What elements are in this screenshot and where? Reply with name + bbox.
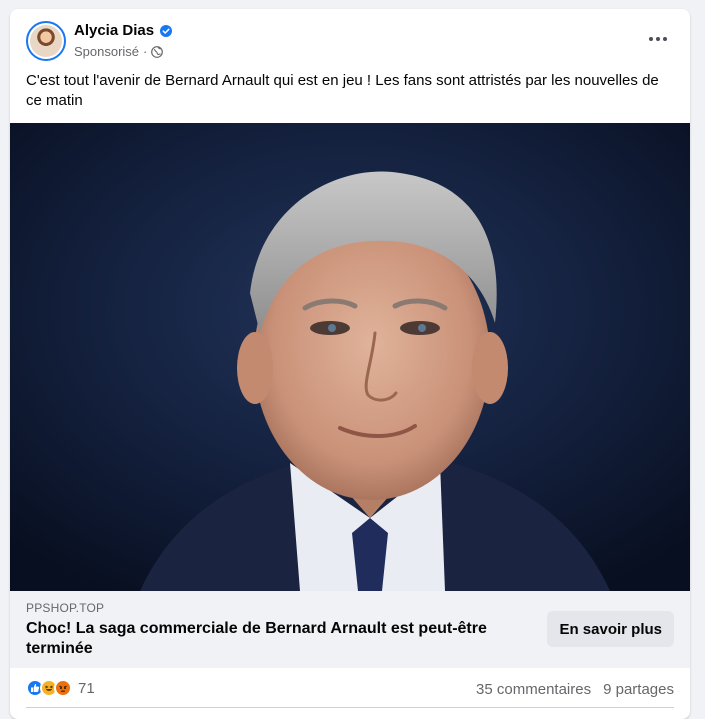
more-dot — [649, 37, 653, 41]
more-dot — [656, 37, 660, 41]
author-avatar[interactable] — [26, 21, 66, 61]
learn-more-button[interactable]: En savoir plus — [547, 611, 674, 647]
comments-count[interactable]: 35 commentaires — [476, 681, 591, 698]
post-image[interactable] — [10, 123, 690, 591]
avatar-image — [30, 25, 62, 57]
post-meta: Sponsorisé · — [74, 44, 164, 59]
meta-separator: · — [143, 44, 148, 59]
sponsored-label[interactable]: Sponsorisé — [74, 44, 139, 59]
author-name[interactable]: Alycia Dias — [74, 22, 154, 39]
globe-icon[interactable] — [151, 45, 164, 58]
link-preview[interactable]: PPSHOP.TOP Choc! La saga commerciale de … — [10, 591, 690, 668]
author-name-row: Alycia Dias — [74, 22, 173, 39]
post-stats: 35 commentaires 9 partages — [476, 681, 674, 698]
reactions-summary[interactable]: 71 — [26, 679, 95, 697]
engagement-bar: 71 35 commentaires 9 partages — [10, 668, 690, 708]
shares-count[interactable]: 9 partages — [603, 681, 674, 698]
angry-face-glyph — [59, 685, 67, 692]
post-header: Alycia Dias Sponsorisé · — [10, 9, 690, 75]
thumbs-up-glyph — [31, 684, 40, 692]
reaction-count: 71 — [78, 679, 95, 697]
sponsored-post-card: Alycia Dias Sponsorisé · C'est tout l'av… — [10, 9, 690, 719]
portrait-photo — [10, 123, 690, 591]
link-title[interactable]: Choc! La saga commerciale de Bernard Arn… — [26, 619, 526, 659]
post-text: C'est tout l'avenir de Bernard Arnault q… — [26, 72, 659, 109]
more-options-icon[interactable] — [640, 27, 676, 51]
link-domain: PPSHOP.TOP — [26, 601, 105, 615]
angry-icon — [54, 679, 72, 697]
footer-divider — [26, 707, 674, 708]
more-dot — [663, 37, 667, 41]
verified-badge-icon — [160, 24, 173, 37]
